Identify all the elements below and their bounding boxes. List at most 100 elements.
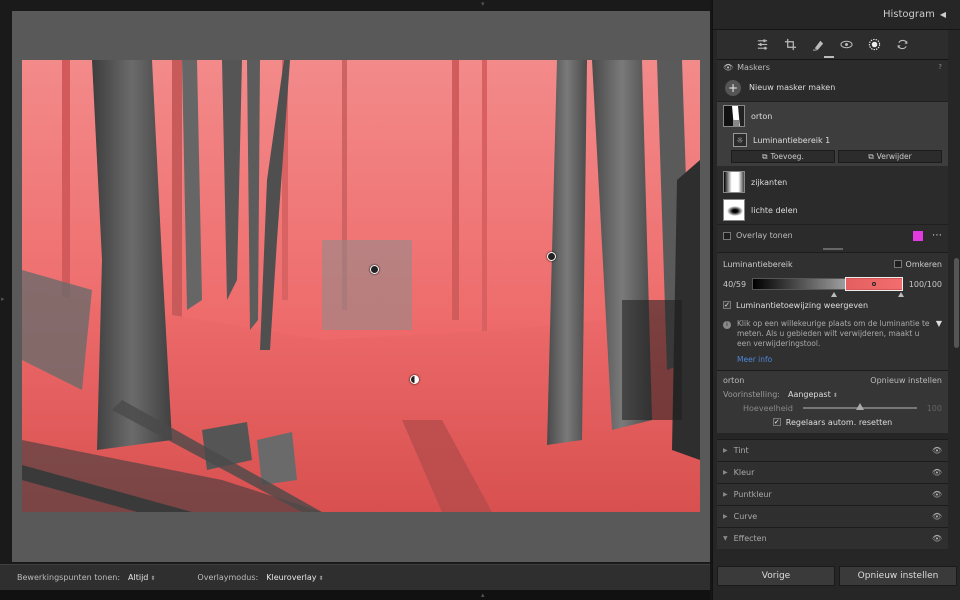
workspace: ▾ ▸ Bewerkingspunten tonen: Altijd ⬍ Ove…: [0, 0, 710, 600]
mask-item-orton[interactable]: orton ☼ Luminantiebereik 1 ⧉ Toevoeg. ⧉ Ve…: [717, 102, 948, 166]
expand-triangle-icon: ▶: [723, 447, 728, 454]
eye-icon[interactable]: 👁: [932, 446, 942, 455]
invert-label: Omkeren: [905, 259, 942, 269]
red-eye-icon[interactable]: [840, 38, 854, 52]
mask-label: zijkanten: [751, 177, 788, 187]
panel-scrollbar[interactable]: [954, 258, 959, 348]
section-point-color[interactable]: ▶ Puntkleur 👁: [717, 483, 948, 505]
histogram-label: Histogram: [882, 9, 935, 20]
show-luminance-map-label: Luminantietoewijzing weergeven: [736, 300, 869, 310]
section-color[interactable]: ▶ Kleur 👁: [717, 461, 948, 483]
sub-mask-luminance[interactable]: ☼ Luminantiebereik 1: [717, 130, 948, 150]
mask-label: orton: [751, 111, 773, 121]
mask-item-lichte-delen[interactable]: lichte delen: [717, 196, 948, 224]
range-left-value: 40/59: [723, 279, 747, 289]
amount-label: Hoeveelheid: [743, 403, 793, 413]
subtract-mask-button[interactable]: ⧉ Verwijder: [838, 150, 942, 163]
luminance-selection[interactable]: [845, 277, 904, 291]
amount-slider-knob[interactable]: [855, 403, 864, 410]
invert-checkbox[interactable]: [893, 260, 902, 268]
luminance-range-slider[interactable]: [752, 277, 905, 297]
new-mask-button[interactable]: + Nieuw masker maken: [717, 74, 948, 102]
healing-icon[interactable]: [812, 38, 826, 52]
luminance-title: Luminantiebereik: [723, 259, 793, 269]
updown-caret-icon: ⬍: [150, 575, 156, 582]
expand-triangle-icon: ▶: [723, 469, 728, 476]
overlay-label: Overlay tonen: [736, 231, 793, 240]
mask-pin[interactable]: [547, 252, 556, 261]
overlay-toggle-row: Overlay tonen ⋯: [717, 224, 948, 246]
overlay-mode-label: Overlaymodus:: [197, 573, 259, 582]
collapse-triangle-icon: ▼: [723, 535, 728, 542]
add-mask-button[interactable]: ⧉ Toevoeg.: [731, 150, 835, 163]
active-tool-indicator: [824, 56, 834, 58]
range-feather-handle-right[interactable]: [898, 292, 905, 297]
eye-icon[interactable]: 👁: [932, 534, 942, 543]
eye-icon[interactable]: 👁: [932, 490, 942, 499]
range-right-value: 100/100: [908, 279, 942, 289]
auto-reset-label: Regelaars autom. resetten: [785, 417, 893, 427]
masks-panel: 👁 Maskers ? + Nieuw masker maken orton ☼…: [717, 60, 948, 252]
section-label: Tint: [733, 446, 749, 455]
overlay-mode-select[interactable]: Kleuroverlay ⬍: [266, 573, 323, 582]
bottom-panel-toggle-icon[interactable]: ▴: [481, 592, 485, 599]
plus-icon: +: [725, 79, 741, 96]
edit-sliders-icon[interactable]: [756, 38, 770, 52]
add-label: Toevoeg.: [770, 152, 804, 161]
eye-icon[interactable]: 👁: [932, 468, 942, 477]
mask-label: lichte delen: [751, 205, 798, 215]
section-effects[interactable]: ▼ Effecten 👁: [717, 527, 948, 549]
section-label: Puntkleur: [733, 490, 772, 499]
collapse-triangle-icon[interactable]: ◀: [940, 10, 946, 19]
show-luminance-map-checkbox[interactable]: ✓: [723, 301, 731, 309]
masks-header: 👁 Maskers ?: [717, 60, 948, 74]
luminance-info: i Klik op een willekeurige plaats om de …: [723, 319, 942, 349]
section-label: Effecten: [733, 534, 767, 543]
mask-thumbnail: [723, 199, 745, 221]
updown-caret-icon: ⬍: [832, 391, 838, 399]
presets-icon[interactable]: [896, 38, 910, 52]
overlay-mode-value: Kleuroverlay: [266, 573, 317, 582]
panel-footer: Vorige Opnieuw instellen: [713, 566, 960, 588]
mask-reset-button[interactable]: Opnieuw instellen: [870, 376, 942, 385]
info-text: Klik op een willekeurige plaats om de lu…: [737, 319, 930, 348]
masks-title: Maskers: [737, 62, 770, 72]
auto-reset-checkbox[interactable]: ✓: [772, 418, 781, 426]
collapse-info-icon[interactable]: ▼: [936, 319, 942, 349]
eye-icon[interactable]: 👁: [932, 512, 942, 521]
help-icon[interactable]: ?: [938, 63, 942, 71]
mask-item-zijkanten[interactable]: zijkanten: [717, 168, 948, 196]
more-info-link[interactable]: Meer info: [737, 355, 942, 364]
mask-pin[interactable]: [370, 265, 379, 274]
amount-value[interactable]: 100: [927, 404, 942, 413]
eye-icon[interactable]: 👁: [723, 63, 733, 72]
photo-preview[interactable]: [22, 60, 700, 512]
section-curve[interactable]: ▶ Curve 👁: [717, 505, 948, 527]
luminance-mask-icon: ☼: [733, 133, 747, 147]
info-icon: i: [723, 321, 731, 329]
masking-icon[interactable]: [868, 38, 882, 52]
forest-photo-overlay: [22, 60, 700, 512]
more-options-icon[interactable]: ⋯: [932, 230, 942, 241]
reset-all-button[interactable]: Opnieuw instellen: [839, 566, 957, 586]
histogram-header[interactable]: Histogram ◀: [713, 0, 960, 30]
edit-points-select[interactable]: Altijd ⬍: [128, 573, 155, 582]
crop-icon[interactable]: [784, 38, 798, 52]
new-mask-label: Nieuw masker maken: [749, 83, 836, 92]
preset-value: Aangepast: [787, 389, 831, 399]
overlay-color-swatch[interactable]: [913, 230, 923, 241]
range-feather-handle-left[interactable]: [831, 292, 838, 297]
section-tint[interactable]: ▶ Tint 👁: [717, 439, 948, 461]
mask-thumbnail: [723, 171, 745, 193]
left-panel-toggle-icon[interactable]: ▸: [1, 296, 5, 303]
mask-adjustments: orton Opnieuw instellen Voorinstelling: …: [717, 370, 948, 433]
amount-slider[interactable]: [802, 403, 917, 410]
top-panel-toggle-icon[interactable]: ▾: [481, 1, 485, 8]
subtract-label: Verwijder: [876, 152, 912, 161]
top-strip: [0, 0, 710, 10]
luminance-sample-pin[interactable]: [410, 375, 419, 384]
toolbar-bottom: Bewerkingspunten tonen: Altijd ⬍ Overlaym…: [0, 564, 710, 590]
preset-select[interactable]: Aangepast ⬍: [788, 390, 838, 399]
previous-button[interactable]: Vorige: [717, 566, 835, 586]
overlay-checkbox[interactable]: [723, 231, 731, 240]
